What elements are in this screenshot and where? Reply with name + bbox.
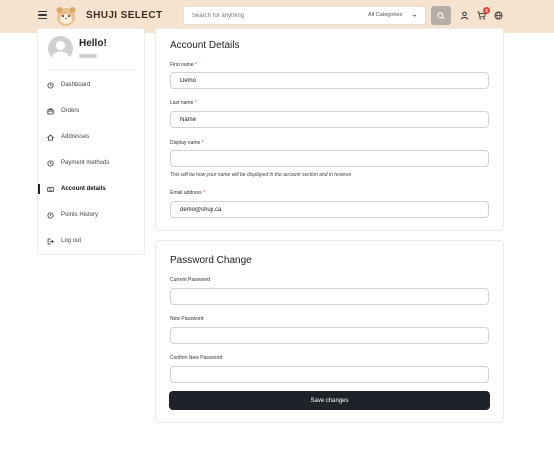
- cart-count-badge: 3: [483, 7, 490, 14]
- sidebar-item-account-details[interactable]: Account details: [38, 182, 144, 198]
- sidebar-item-points-history[interactable]: Points History: [38, 208, 144, 224]
- password-change-card: Password Change Current Password New Pas…: [155, 240, 504, 423]
- new-password-field[interactable]: [170, 327, 489, 344]
- account-sidebar: Hello! Dashboard Orders Addresses Paymen…: [37, 28, 145, 255]
- points-icon: [47, 212, 54, 219]
- sidebar-item-label: Payment methods: [61, 160, 110, 166]
- first-name-field[interactable]: [170, 72, 489, 89]
- sidebar-item-label: Log out: [61, 238, 82, 244]
- email-field[interactable]: [170, 201, 489, 218]
- search-input[interactable]: [192, 10, 352, 22]
- search-button[interactable]: [431, 6, 451, 25]
- account-details-card: Account Details First name * Last name *…: [155, 28, 504, 231]
- first-name-label: First name *: [170, 62, 197, 68]
- sidebar-item-label: Account details: [61, 186, 106, 192]
- sidebar-item-label: Points History: [61, 212, 99, 218]
- account-details-title: Account Details: [170, 40, 240, 51]
- shuji-logo-icon[interactable]: [55, 5, 77, 27]
- addresses-icon: [47, 134, 54, 141]
- user-icon[interactable]: [460, 11, 469, 20]
- hamburger-menu-icon[interactable]: [38, 11, 47, 19]
- globe-icon[interactable]: [494, 11, 503, 20]
- search-bar: All Categories: [183, 6, 426, 25]
- logout-icon: [47, 238, 54, 245]
- confirm-password-field[interactable]: [170, 366, 489, 383]
- brand-name[interactable]: SHUJI SELECT: [86, 10, 162, 21]
- sidebar-item-orders[interactable]: Orders: [38, 104, 144, 120]
- new-password-label: New Password: [170, 316, 204, 322]
- sidebar-item-log-out[interactable]: Log out: [38, 234, 144, 250]
- account-details-icon: [47, 187, 54, 192]
- active-indicator: [38, 184, 40, 194]
- last-name-label: Last name *: [170, 100, 197, 106]
- display-name-label: Display name *: [170, 140, 204, 146]
- last-name-field[interactable]: [170, 111, 489, 128]
- sidebar-item-dashboard[interactable]: Dashboard: [38, 78, 144, 94]
- current-password-label: Current Password: [170, 277, 211, 283]
- sidebar-item-payment-methods[interactable]: Payment methods: [38, 156, 144, 172]
- search-icon: [437, 11, 445, 20]
- display-name-hint: This will be how your name will be displ…: [170, 172, 352, 178]
- dashboard-icon: [47, 82, 54, 89]
- email-label: Email address *: [170, 190, 206, 196]
- sidebar-item-addresses[interactable]: Addresses: [38, 130, 144, 146]
- chevron-down-icon[interactable]: [412, 13, 417, 18]
- greeting-text: Hello!: [79, 38, 107, 49]
- sidebar-divider: [48, 69, 134, 70]
- sidebar-item-label: Dashboard: [61, 82, 91, 88]
- save-changes-button[interactable]: Save changes: [169, 391, 490, 410]
- payment-icon: [47, 160, 54, 167]
- display-name-field[interactable]: [170, 150, 489, 167]
- sidebar-item-label: Addresses: [61, 134, 90, 140]
- password-change-title: Password Change: [170, 255, 252, 266]
- sidebar-item-label: Orders: [61, 108, 80, 114]
- user-avatar-icon: [52, 40, 69, 61]
- blurred-username: [79, 54, 97, 58]
- category-select[interactable]: All Categories: [368, 12, 402, 18]
- orders-icon: [47, 108, 54, 115]
- current-password-field[interactable]: [170, 288, 489, 305]
- avatar: [48, 36, 73, 61]
- confirm-password-label: Confirm New Password: [170, 355, 223, 361]
